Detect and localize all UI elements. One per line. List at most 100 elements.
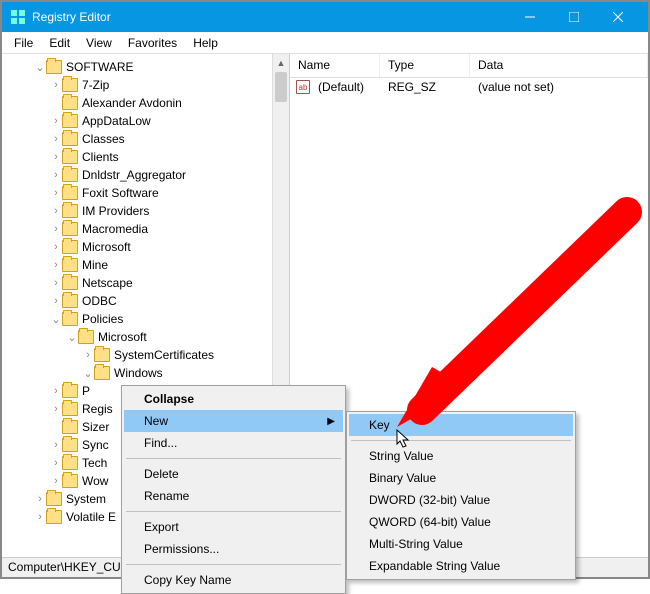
tree-item[interactable]: ⌄Policies bbox=[2, 310, 289, 328]
minimize-button[interactable] bbox=[508, 2, 552, 32]
tree-item-label: Classes bbox=[82, 132, 125, 146]
expand-icon[interactable]: › bbox=[50, 457, 62, 469]
value-data: (value not set) bbox=[470, 80, 562, 94]
folder-icon bbox=[62, 222, 78, 236]
ctx-collapse[interactable]: Collapse bbox=[124, 388, 343, 410]
collapse-icon[interactable]: ⌄ bbox=[50, 313, 62, 326]
collapse-icon[interactable]: ⌄ bbox=[82, 367, 94, 380]
tree-item[interactable]: ›Dnldstr_Aggregator bbox=[2, 166, 289, 184]
menu-favorites[interactable]: Favorites bbox=[120, 34, 185, 52]
tree-item-label: Volatile E bbox=[66, 510, 116, 524]
list-row[interactable]: ab (Default) REG_SZ (value not set) bbox=[290, 78, 648, 96]
expand-icon[interactable]: › bbox=[50, 241, 62, 253]
ctx-find[interactable]: Find... bbox=[124, 432, 343, 454]
close-button[interactable] bbox=[596, 2, 640, 32]
tree-item[interactable]: ›AppDataLow bbox=[2, 112, 289, 130]
tree-item[interactable]: ⌄ SOFTWARE bbox=[2, 58, 289, 76]
expand-icon[interactable]: › bbox=[34, 493, 46, 505]
ctx-new-key[interactable]: Key bbox=[349, 414, 573, 436]
tree-item[interactable]: ›ODBC bbox=[2, 292, 289, 310]
tree-item-label: SOFTWARE bbox=[66, 60, 134, 74]
folder-icon bbox=[46, 492, 62, 506]
expand-icon[interactable]: › bbox=[50, 277, 62, 289]
tree-item-label: Mine bbox=[82, 258, 108, 272]
expand-icon[interactable]: › bbox=[82, 349, 94, 361]
ctx-new-expandstring[interactable]: Expandable String Value bbox=[349, 555, 573, 577]
menu-view[interactable]: View bbox=[78, 34, 120, 52]
tree-item[interactable]: › Macromedia bbox=[2, 220, 289, 238]
menu-file[interactable]: File bbox=[6, 34, 41, 52]
folder-icon bbox=[62, 186, 78, 200]
tree-item[interactable]: › Foxit Software bbox=[2, 184, 289, 202]
ctx-new-dword[interactable]: DWORD (32-bit) Value bbox=[349, 489, 573, 511]
separator bbox=[126, 564, 341, 565]
folder-icon bbox=[62, 456, 78, 470]
menu-help[interactable]: Help bbox=[185, 34, 226, 52]
collapse-icon[interactable]: ⌄ bbox=[34, 61, 46, 74]
col-name[interactable]: Name bbox=[290, 54, 380, 77]
ctx-delete[interactable]: Delete bbox=[124, 463, 343, 485]
tree-item[interactable]: ⌄Microsoft bbox=[2, 328, 289, 346]
tree-item[interactable]: › SystemCertificates bbox=[2, 346, 289, 364]
tree-item[interactable]: › Clients bbox=[2, 148, 289, 166]
ctx-export[interactable]: Export bbox=[124, 516, 343, 538]
col-type[interactable]: Type bbox=[380, 54, 470, 77]
tree-item-label: Clients bbox=[82, 150, 119, 164]
separator bbox=[126, 511, 341, 512]
expand-icon[interactable]: › bbox=[50, 169, 62, 181]
ctx-rename[interactable]: Rename bbox=[124, 485, 343, 507]
expand-icon[interactable]: › bbox=[50, 385, 62, 397]
ctx-new-binary[interactable]: Binary Value bbox=[349, 467, 573, 489]
window-title: Registry Editor bbox=[32, 10, 508, 24]
maximize-button[interactable] bbox=[552, 2, 596, 32]
folder-icon bbox=[46, 510, 62, 524]
expand-icon[interactable]: › bbox=[50, 403, 62, 415]
expand-icon[interactable]: › bbox=[50, 223, 62, 235]
ctx-new[interactable]: New ▶ bbox=[124, 410, 343, 432]
tree-item[interactable]: ›7-Zip bbox=[2, 76, 289, 94]
expand-icon[interactable]: › bbox=[50, 259, 62, 271]
app-icon bbox=[10, 9, 26, 25]
scroll-thumb[interactable] bbox=[275, 72, 287, 102]
folder-icon bbox=[62, 132, 78, 146]
context-submenu-new: Key String Value Binary Value DWORD (32-… bbox=[346, 411, 576, 580]
expand-icon[interactable]: › bbox=[50, 79, 62, 91]
tree-item[interactable]: › Mine bbox=[2, 256, 289, 274]
expand-icon[interactable]: › bbox=[50, 187, 62, 199]
menu-edit[interactable]: Edit bbox=[41, 34, 78, 52]
collapse-icon[interactable]: ⌄ bbox=[66, 331, 78, 344]
separator bbox=[351, 440, 571, 441]
folder-icon bbox=[94, 348, 110, 362]
folder-icon bbox=[62, 78, 78, 92]
folder-icon bbox=[62, 474, 78, 488]
expand-icon[interactable]: › bbox=[50, 475, 62, 487]
tree-item-label: SystemCertificates bbox=[114, 348, 214, 362]
tree-item[interactable]: ›IM Providers bbox=[2, 202, 289, 220]
tree-item[interactable]: ›Netscape bbox=[2, 274, 289, 292]
ctx-new-multistring[interactable]: Multi-String Value bbox=[349, 533, 573, 555]
scroll-up-button[interactable]: ▲ bbox=[273, 54, 289, 71]
folder-icon bbox=[62, 168, 78, 182]
expand-icon[interactable]: › bbox=[50, 205, 62, 217]
expand-icon[interactable]: › bbox=[34, 511, 46, 523]
tree-item-label: Macromedia bbox=[82, 222, 148, 236]
expand-icon[interactable]: › bbox=[50, 295, 62, 307]
tree-item[interactable]: Alexander Avdonin bbox=[2, 94, 289, 112]
tree-item-label: Tech bbox=[82, 456, 107, 470]
tree-item[interactable]: ›Microsoft bbox=[2, 238, 289, 256]
tree-item[interactable]: ⌄Windows bbox=[2, 364, 289, 382]
expand-icon[interactable]: › bbox=[50, 133, 62, 145]
tree-item[interactable]: › Classes bbox=[2, 130, 289, 148]
col-data[interactable]: Data bbox=[470, 54, 648, 77]
ctx-new-string[interactable]: String Value bbox=[349, 445, 573, 467]
ctx-new-qword[interactable]: QWORD (64-bit) Value bbox=[349, 511, 573, 533]
ctx-copy-key-name[interactable]: Copy Key Name bbox=[124, 569, 343, 591]
ctx-permissions[interactable]: Permissions... bbox=[124, 538, 343, 560]
folder-icon bbox=[62, 294, 78, 308]
context-menu: Collapse New ▶ Find... Delete Rename Exp… bbox=[121, 385, 346, 594]
expand-icon[interactable]: › bbox=[50, 151, 62, 163]
tree-item-label: Alexander Avdonin bbox=[82, 96, 182, 110]
expand-icon[interactable]: › bbox=[50, 115, 62, 127]
expand-icon[interactable]: › bbox=[50, 439, 62, 451]
tree-item-label: Foxit Software bbox=[82, 186, 159, 200]
